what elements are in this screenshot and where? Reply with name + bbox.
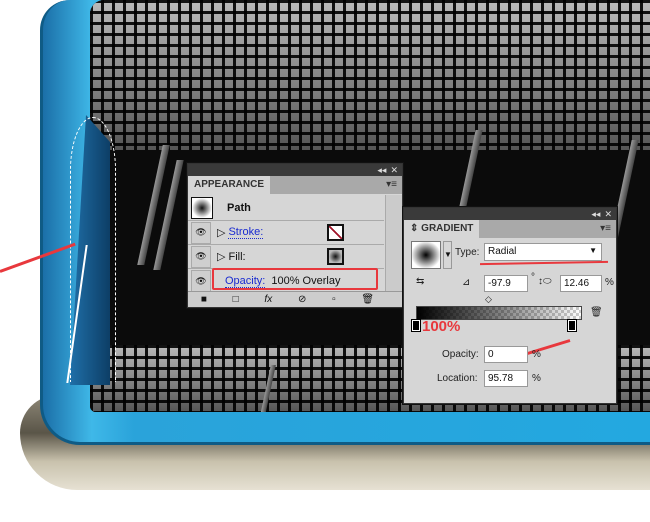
- collapse-icon[interactable]: ◂◂: [377, 164, 386, 176]
- gradient-preview[interactable]: [411, 241, 441, 269]
- annotation-highlight: [212, 268, 378, 290]
- stroke-swatch[interactable]: [327, 224, 344, 241]
- opacity-input[interactable]: 0: [484, 346, 528, 363]
- location-input[interactable]: 95.78: [484, 370, 528, 387]
- tab-gradient[interactable]: ⇕ GRADIENT: [404, 220, 480, 238]
- trash-icon[interactable]: 🗑: [361, 294, 374, 305]
- chevron-down-icon[interactable]: ▼: [443, 241, 452, 269]
- grill-top: [90, 0, 650, 150]
- angle-input[interactable]: -97.9: [484, 275, 528, 292]
- aspect-input[interactable]: 12.46: [560, 275, 602, 292]
- gradient-panel: ◂◂ ✕ ⇕ GRADIENT ▾≡ ▼ Type: Radial ▼ ⇆ ⊿ -97…: [403, 207, 617, 404]
- angle-unit: °: [531, 272, 535, 283]
- angle-value: -97.9: [488, 278, 511, 289]
- type-label: Type:: [455, 247, 480, 258]
- expand-triangle-icon[interactable]: ▷: [217, 250, 225, 263]
- close-icon[interactable]: ✕: [604, 208, 612, 220]
- eye-icon[interactable]: 👁: [191, 221, 211, 244]
- opacity-unit: %: [532, 349, 541, 360]
- trash-icon[interactable]: 🗑: [590, 307, 603, 318]
- type-value: Radial: [488, 246, 517, 257]
- aspect-value: 12.46: [564, 278, 590, 289]
- fx-icon[interactable]: fx: [264, 294, 272, 305]
- annotation-100: 100%: [422, 318, 461, 335]
- gradient-stop-end[interactable]: [567, 319, 577, 332]
- object-name: Path: [227, 201, 251, 214]
- location-value: 95.78: [488, 373, 514, 384]
- location-label: Location:: [437, 373, 478, 384]
- close-icon[interactable]: ✕: [390, 164, 398, 176]
- clear-icon[interactable]: ⊘: [298, 294, 306, 305]
- aspect-ratio-icon: ↕⬭: [538, 276, 552, 287]
- panel-titlebar[interactable]: ◂◂ ✕: [188, 164, 402, 176]
- eye-icon[interactable]: 👁: [191, 270, 211, 292]
- scrollbar[interactable]: [385, 195, 402, 293]
- panel-menu-icon[interactable]: ▾≡: [600, 223, 611, 234]
- aspect-unit: %: [605, 277, 614, 288]
- tab-appearance[interactable]: APPEARANCE: [188, 176, 271, 194]
- panel-titlebar[interactable]: ◂◂ ✕: [404, 208, 616, 220]
- appearance-panel: ◂◂ ✕ APPEARANCE ▾≡ Path 👁 ▷ Stroke: 👁 ▷ Fill: …: [187, 163, 403, 308]
- path-thumbnail: [191, 196, 213, 219]
- opacity-label: Opacity:: [442, 349, 479, 360]
- location-unit: %: [532, 373, 541, 384]
- chevron-down-icon: ▼: [589, 246, 597, 255]
- eye-icon[interactable]: 👁: [191, 245, 211, 268]
- clear-appearance-icon[interactable]: ■: [201, 294, 207, 305]
- fill-label[interactable]: Fill:: [228, 251, 245, 263]
- expand-triangle-icon[interactable]: ▷: [217, 226, 225, 239]
- opacity-value: 0: [488, 349, 494, 360]
- gradient-title: GRADIENT: [421, 223, 474, 234]
- type-select[interactable]: Radial ▼: [484, 243, 602, 261]
- duplicate-icon[interactable]: ▫: [332, 294, 336, 305]
- collapse-icon[interactable]: ◂◂: [591, 208, 600, 220]
- reverse-gradient-icon[interactable]: ⇆: [416, 276, 424, 287]
- new-stroke-icon[interactable]: □: [233, 294, 239, 305]
- midpoint-diamond[interactable]: ◇: [485, 294, 492, 305]
- gradient-stop-start[interactable]: [411, 319, 421, 332]
- stroke-link[interactable]: Stroke:: [228, 226, 264, 239]
- annotation-underline: [479, 260, 609, 266]
- panel-menu-icon[interactable]: ▾≡: [386, 179, 397, 190]
- angle-icon: ⊿: [462, 277, 471, 288]
- fill-swatch[interactable]: [327, 248, 344, 265]
